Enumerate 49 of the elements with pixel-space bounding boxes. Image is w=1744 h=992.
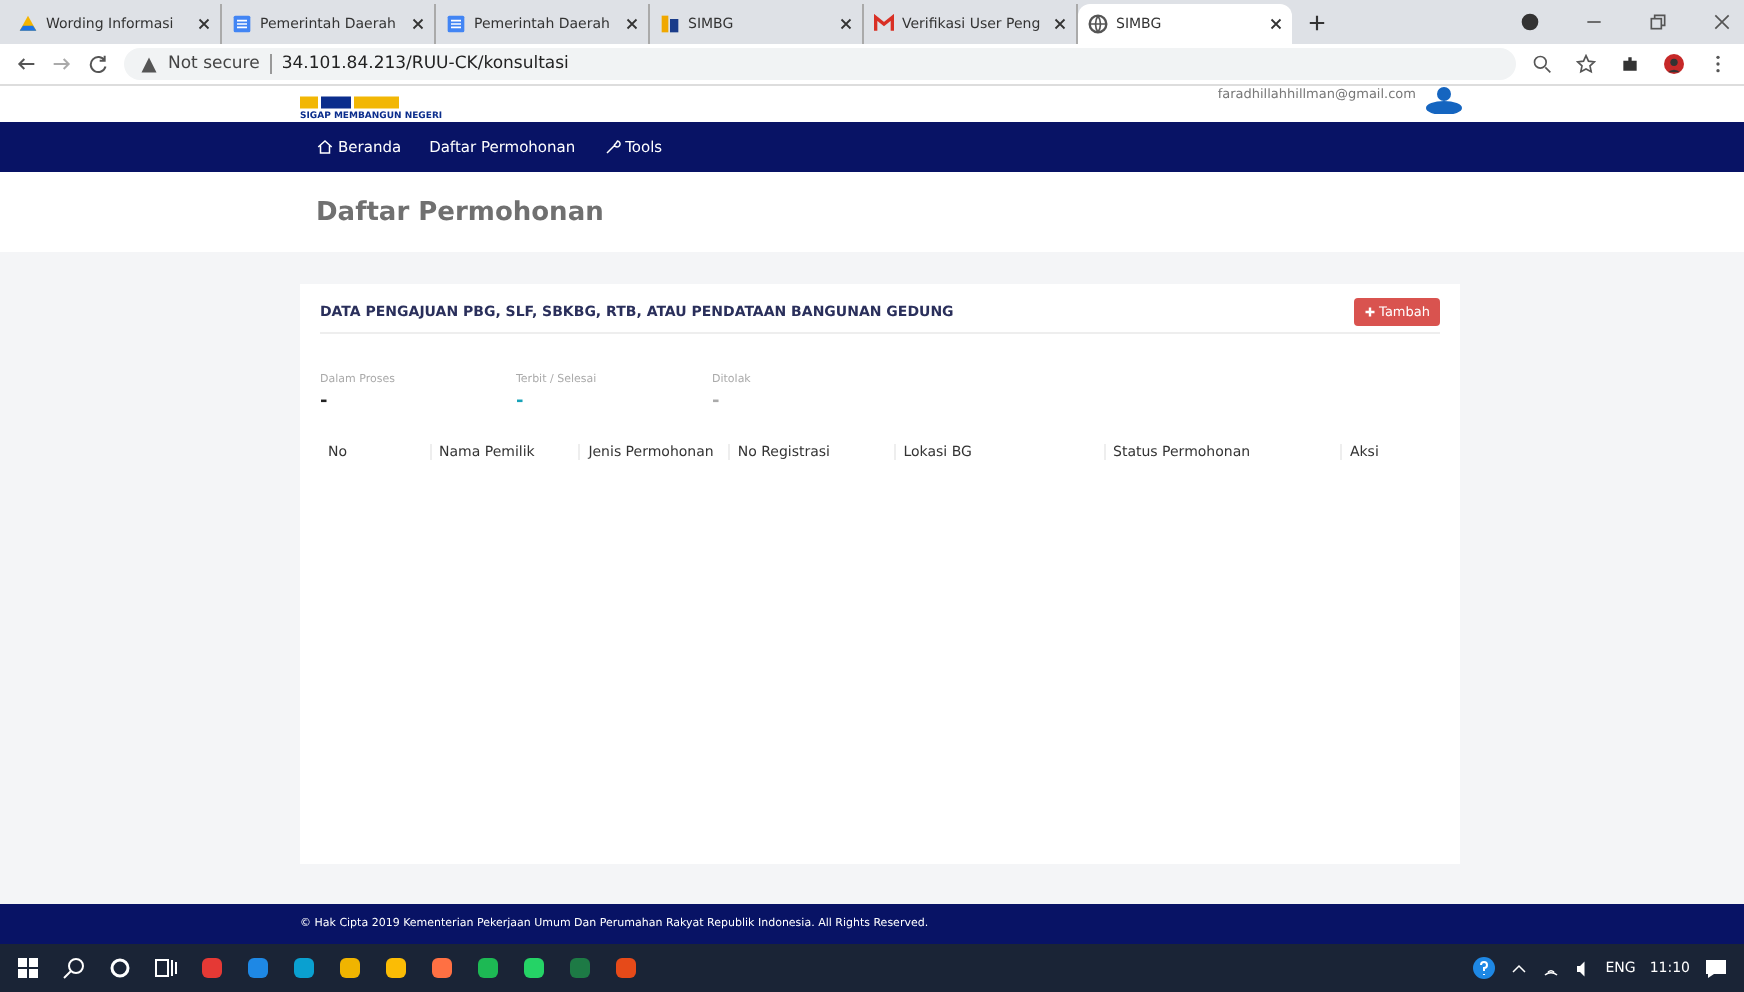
- app-icon[interactable]: [476, 956, 500, 980]
- stat-value: -: [516, 392, 526, 412]
- back-icon[interactable]: [16, 54, 36, 74]
- new-tab-icon[interactable]: [1308, 14, 1326, 32]
- close-icon[interactable]: [1712, 12, 1732, 32]
- globe-icon: [1088, 14, 1108, 34]
- avatar-icon[interactable]: [1664, 54, 1684, 74]
- app-icon: [660, 14, 680, 34]
- app-icon[interactable]: [522, 956, 546, 980]
- windows-icon[interactable]: [16, 956, 40, 980]
- address-bar[interactable]: Not secure 34.101.84.213/RUU-CK/konsultasi: [124, 48, 1516, 80]
- warning-icon: [140, 55, 158, 73]
- app-icon[interactable]: [384, 956, 408, 980]
- wrench-icon: [603, 138, 622, 156]
- star-icon[interactable]: [1576, 54, 1596, 74]
- zoom-icon[interactable]: [1532, 54, 1552, 74]
- help-icon[interactable]: [1471, 956, 1496, 980]
- plus-icon: [1363, 306, 1376, 318]
- document-icon: [232, 14, 252, 34]
- stat-value: -: [712, 392, 722, 412]
- stat-value: -: [320, 392, 330, 412]
- close-icon[interactable]: [412, 18, 424, 30]
- circle-icon[interactable]: [108, 956, 132, 980]
- close-icon[interactable]: [840, 18, 852, 30]
- document-icon: [446, 14, 466, 34]
- mail-icon: [874, 14, 894, 34]
- triangle-icon: [18, 14, 38, 34]
- puzzle-icon[interactable]: [1620, 54, 1640, 74]
- chevron-up-icon[interactable]: [1509, 959, 1528, 977]
- url-text: 34.101.84.213/RUU-CK/konsultasi: [281, 54, 569, 74]
- app-icon[interactable]: [246, 956, 270, 980]
- close-icon[interactable]: [626, 18, 638, 30]
- app-icon[interactable]: [292, 956, 316, 980]
- restore-icon[interactable]: [1648, 12, 1668, 32]
- app-icon[interactable]: [430, 956, 454, 980]
- search-icon[interactable]: [62, 956, 86, 980]
- close-icon[interactable]: [198, 18, 210, 30]
- task-view-icon[interactable]: [154, 956, 178, 980]
- home-icon: [316, 138, 334, 156]
- profile-dot-icon[interactable]: [1520, 12, 1540, 32]
- page-title: Daftar Permohonan: [316, 197, 604, 227]
- security-label: Not secure: [168, 54, 260, 74]
- user-icon[interactable]: [1424, 86, 1464, 114]
- close-icon[interactable]: [1270, 18, 1282, 30]
- reload-icon[interactable]: [88, 54, 108, 74]
- close-icon[interactable]: [1054, 18, 1066, 30]
- app-icon[interactable]: [614, 956, 638, 980]
- app-icon[interactable]: [338, 956, 362, 980]
- notification-icon[interactable]: [1704, 956, 1728, 980]
